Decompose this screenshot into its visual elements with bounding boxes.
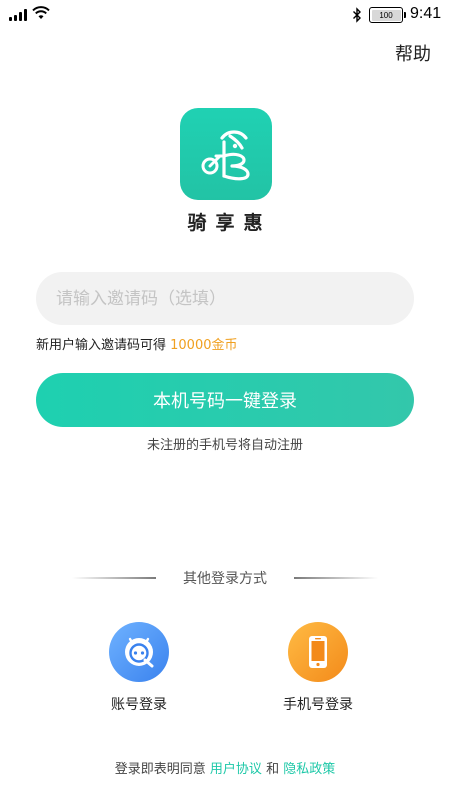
phone-login-option[interactable]: 手机号登录 — [258, 622, 378, 714]
account-login-icon — [109, 622, 169, 682]
phone-login-label: 手机号登录 — [283, 697, 353, 713]
bike-b-logo-icon — [201, 130, 250, 181]
one-tap-login-button[interactable]: 本机号码一键登录 — [36, 373, 414, 427]
status-time: 9:41 — [410, 5, 442, 22]
app-name: 骑享惠 — [187, 212, 272, 234]
invite-reward-tip: 新用户输入邀请码可得 10000金币 — [36, 334, 238, 353]
invite-tip-text: 新用户输入邀请码可得 — [36, 338, 171, 353]
battery-icon: 100 — [369, 7, 403, 23]
account-login-label: 账号登录 — [111, 697, 167, 713]
phone-icon — [288, 622, 348, 682]
divider-right — [294, 577, 378, 579]
wifi-icon — [32, 6, 50, 19]
user-agreement-link[interactable]: 用户协议 — [210, 762, 262, 777]
agreement-prefix: 登录即表明同意 — [114, 762, 210, 777]
bluetooth-icon — [353, 7, 361, 23]
agreement-text: 登录即表明同意 用户协议 和 隐私政策 — [0, 758, 450, 777]
invite-code-input[interactable] — [36, 272, 414, 325]
battery-level: 100 — [371, 9, 401, 21]
auto-register-note: 未注册的手机号将自动注册 — [146, 438, 303, 453]
account-login-option[interactable]: 账号登录 — [79, 622, 199, 714]
help-button[interactable]: 帮助 — [395, 40, 431, 66]
other-login-title: 其他登录方式 — [183, 571, 267, 587]
privacy-policy-link[interactable]: 隐私政策 — [283, 762, 335, 777]
cellular-signal-icon — [9, 9, 29, 21]
status-bar: 100 9:41 — [0, 0, 450, 30]
agreement-conjunction: 和 — [261, 762, 284, 777]
battery-tip — [404, 12, 406, 18]
invite-reward-amount: 10000金币 — [170, 338, 238, 353]
app-logo — [180, 108, 272, 200]
